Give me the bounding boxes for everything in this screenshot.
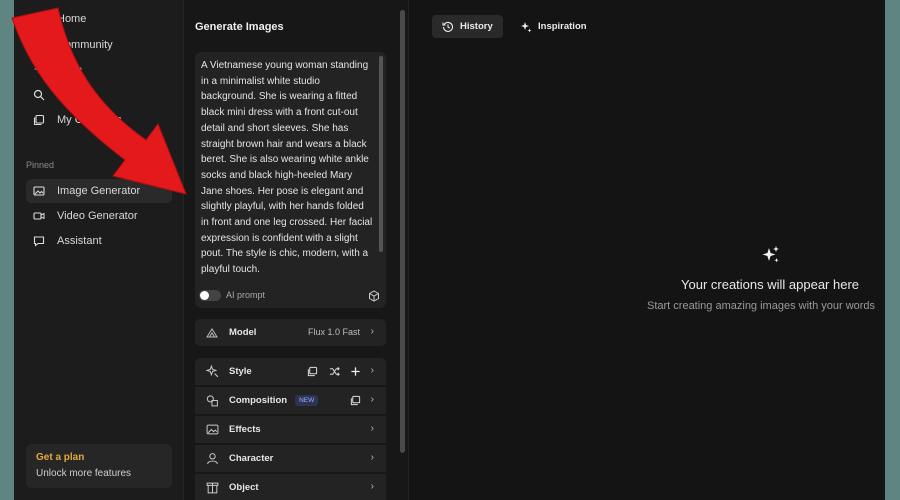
tab-label: History: [460, 21, 493, 32]
sparkles-icon: [761, 245, 781, 265]
nav-item-label: Suite: [57, 64, 83, 76]
home-icon: [32, 12, 46, 26]
option-label: Object: [229, 482, 259, 493]
nav-item-my-creations[interactable]: My Creations: [26, 108, 172, 132]
object-icon: [205, 481, 219, 495]
nav-item-label: My Creations: [57, 114, 122, 126]
globe-icon: [32, 38, 46, 52]
chevron-right-icon: ›: [370, 394, 374, 405]
nav-item-suite[interactable]: Suite: [26, 58, 172, 82]
generate-panel: Generate Images A Vietnamese young woman…: [184, 0, 408, 500]
nav-item-community[interactable]: Community: [26, 33, 172, 57]
empty-state-title: Your creations will appear here: [681, 277, 860, 292]
nav-item-label: Video Generator: [57, 210, 138, 222]
chevron-right-icon: ›: [370, 365, 374, 376]
cube-icon[interactable]: [368, 289, 380, 302]
option-label: Composition: [229, 395, 288, 406]
model-icon: [205, 326, 219, 340]
plus-icon[interactable]: [349, 365, 361, 377]
nav-item-search[interactable]: Search: [26, 83, 172, 107]
image-icon: [32, 184, 46, 198]
tab-inspiration[interactable]: Inspiration: [510, 15, 597, 38]
nav-item-label: Search: [57, 89, 92, 101]
effects-icon: [205, 423, 219, 437]
nav-item-assistant[interactable]: Assistant: [26, 229, 172, 253]
option-label: Effects: [229, 424, 261, 435]
main-area: History Inspiration Your creations will …: [408, 0, 885, 500]
chat-icon: [32, 234, 46, 248]
model-label: Model: [229, 327, 257, 338]
prompt-textarea[interactable]: A Vietnamese young woman standing in a m…: [201, 58, 374, 285]
option-label: Style: [229, 366, 252, 377]
chevron-right-icon: ›: [370, 481, 374, 492]
prompt-scrollbar[interactable]: [379, 56, 383, 252]
nav-item-label: Assistant: [57, 235, 102, 247]
chevron-right-icon: ›: [370, 326, 374, 337]
chevron-right-icon: ›: [370, 452, 374, 463]
search-icon: [32, 88, 46, 102]
nav-item-home[interactable]: Home: [26, 7, 172, 31]
option-row-object[interactable]: Object ›: [195, 474, 386, 500]
video-icon: [32, 209, 46, 223]
plan-title: Get a plan: [36, 452, 85, 463]
history-icon: [442, 21, 454, 33]
option-label: Character: [229, 453, 274, 464]
pinned-section-label: Pinned: [26, 160, 55, 170]
shuffle-icon[interactable]: [328, 365, 340, 377]
panel-scrollbar[interactable]: [400, 10, 405, 453]
style-gallery-icon[interactable]: [306, 365, 318, 377]
sparkles-icon: [520, 21, 532, 33]
composition-icon: [205, 394, 219, 408]
get-a-plan-card[interactable]: Get a plan Unlock more features: [26, 444, 172, 488]
person-icon: [205, 452, 219, 466]
nav-item-image-generator[interactable]: Image Generator: [26, 179, 172, 203]
style-icon: [205, 365, 219, 379]
ai-prompt-label: AI prompt: [226, 290, 266, 300]
prompt-box[interactable]: A Vietnamese young woman standing in a m…: [195, 52, 386, 308]
option-row-composition[interactable]: Composition NEW ›: [195, 387, 386, 414]
composition-gallery-icon[interactable]: [349, 394, 361, 406]
ai-prompt-toggle[interactable]: [199, 290, 221, 301]
stack-icon: [32, 113, 46, 127]
app-window: Home Community Suite Search My Creations: [14, 0, 885, 500]
plan-subtitle: Unlock more features: [36, 468, 132, 479]
empty-state-subtitle: Start creating amazing images with your …: [647, 300, 876, 312]
nav-item-video-generator[interactable]: Video Generator: [26, 204, 172, 228]
new-badge: NEW: [295, 395, 319, 406]
chevron-right-icon: ›: [370, 423, 374, 434]
tab-history[interactable]: History: [432, 15, 503, 38]
sparkles-icon: [32, 63, 46, 77]
nav-item-label: Community: [57, 39, 113, 51]
sidebar: Home Community Suite Search My Creations: [14, 0, 184, 500]
model-value: Flux 1.0 Fast: [307, 327, 360, 337]
option-row-style[interactable]: Style ›: [195, 358, 386, 385]
nav-item-label: Home: [57, 13, 87, 25]
option-row-character[interactable]: Character ›: [195, 445, 386, 472]
model-selector[interactable]: Model Flux 1.0 Fast ›: [195, 319, 386, 346]
nav-item-label: Image Generator: [57, 185, 141, 197]
option-row-effects[interactable]: Effects ›: [195, 416, 386, 443]
tab-label: Inspiration: [538, 21, 587, 32]
panel-title: Generate Images: [195, 21, 284, 33]
